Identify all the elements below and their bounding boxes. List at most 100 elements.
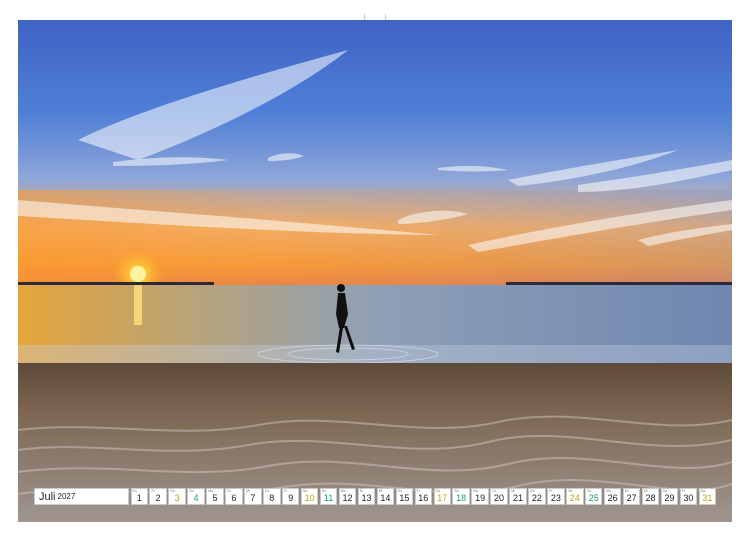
month-label-box: Juli 2027 — [34, 488, 129, 505]
weekday-abbr: So — [454, 489, 459, 493]
calendar-day: So 18 — [452, 488, 470, 505]
weekday-abbr: Sa — [435, 489, 440, 493]
day-number: 16 — [418, 493, 429, 503]
calendar-day: Do 1 — [130, 488, 148, 505]
weekday-abbr: Fr — [416, 489, 420, 493]
calendar-day: Sa 17 — [433, 488, 451, 505]
weekday-abbr: Sa — [700, 489, 705, 493]
calendar-day: Fr 30 — [679, 488, 698, 505]
day-number: 25 — [588, 493, 599, 503]
calendar-day: So 11 — [319, 488, 338, 505]
day-number: 30 — [683, 493, 694, 503]
weekday-abbr: So — [321, 489, 327, 493]
calendar-day: Mo 5 — [206, 488, 224, 505]
island-left — [18, 282, 214, 285]
weekday-abbr: Do — [662, 489, 668, 493]
day-number: 3 — [174, 493, 180, 503]
day-number: 31 — [702, 493, 713, 503]
day-number: 11 — [323, 493, 334, 503]
day-number: 28 — [645, 493, 656, 503]
day-number: 18 — [456, 493, 467, 503]
day-number: 21 — [512, 493, 523, 503]
calendar-day: Mi 28 — [641, 488, 660, 505]
day-number: 2 — [155, 493, 161, 503]
day-number: 9 — [288, 493, 294, 503]
weekday-abbr: Di — [492, 489, 496, 493]
calendar-day: Do 29 — [660, 488, 679, 505]
weekday-abbr: Di — [227, 489, 231, 493]
day-number: 7 — [250, 493, 256, 503]
day-number: 12 — [342, 493, 353, 503]
calendar-day: Fr 9 — [282, 488, 300, 505]
day-number: 6 — [231, 493, 237, 503]
weekday-abbr: Mi — [643, 489, 648, 493]
calendar-day: Fr 23 — [547, 488, 565, 505]
day-number: 13 — [361, 493, 372, 503]
calendar-day: Sa 10 — [300, 488, 319, 505]
day-number: 15 — [399, 493, 410, 503]
weekday-abbr: Fr — [284, 489, 288, 493]
day-number: 5 — [212, 493, 218, 503]
weekday-abbr: Do — [397, 489, 403, 493]
weekday-abbr: Sa — [568, 489, 573, 493]
calendar-day: Mi 14 — [376, 488, 395, 505]
calendar-day: So 4 — [187, 488, 205, 505]
day-number: 27 — [626, 493, 637, 503]
day-number: 29 — [664, 493, 675, 503]
day-number: 26 — [607, 493, 618, 503]
island-right — [506, 282, 732, 285]
day-number: 10 — [304, 493, 315, 503]
calendar-day: Do 8 — [263, 488, 281, 505]
day-number: 8 — [269, 493, 275, 503]
calendar-day: Di 6 — [225, 488, 243, 505]
weekday-abbr: Do — [265, 489, 270, 493]
weekday-abbr: Mo — [473, 489, 479, 493]
day-number: 17 — [437, 493, 448, 503]
weekday-abbr: Do — [132, 489, 137, 493]
day-number: 20 — [494, 493, 505, 503]
calendar-day: Do 22 — [528, 488, 546, 505]
calendar-day: Sa 31 — [698, 488, 717, 505]
calendar-day: Sa 3 — [168, 488, 186, 505]
month-name: Juli — [39, 490, 56, 503]
calendar-day: Fr 16 — [414, 488, 432, 505]
sunset-beach-image — [18, 20, 732, 522]
calendar-day: Mi 21 — [509, 488, 527, 505]
weekday-abbr: Mi — [511, 489, 515, 493]
weekday-abbr: Mi — [246, 489, 250, 493]
weekday-abbr: Mo — [208, 489, 214, 493]
calendar-strip: Juli 2027 Do 1 Fr 2 Sa 3 So 4 Mo 5 Di 6 Mi 7 Do 8 Fr 9 Sa 1… — [34, 488, 717, 505]
calendar-day: Mi 7 — [244, 488, 262, 505]
weekday-abbr: Fr — [549, 489, 553, 493]
weekday-abbr: Di — [359, 489, 364, 493]
weekday-abbr: Do — [530, 489, 535, 493]
weekday-abbr: Mo — [605, 489, 611, 493]
calendar-day: Di 27 — [622, 488, 641, 505]
calendar-day: So 25 — [585, 488, 603, 505]
weekday-abbr: Di — [624, 489, 629, 493]
weekday-abbr: So — [587, 489, 592, 493]
calendar-day: Mo 19 — [471, 488, 489, 505]
weekday-abbr: Mi — [378, 489, 383, 493]
calendar-day: Di 20 — [490, 488, 508, 505]
day-number: 23 — [550, 493, 561, 503]
day-number: 22 — [531, 493, 542, 503]
calendar-photo — [18, 20, 732, 522]
weekday-abbr: Mo — [340, 489, 346, 493]
month-year: 2027 — [57, 492, 76, 501]
weekday-abbr: Fr — [151, 489, 155, 493]
day-number: 24 — [569, 493, 580, 503]
calendar-day: Mo 12 — [338, 488, 357, 505]
calendar-day: Sa 24 — [566, 488, 584, 505]
day-number: 19 — [475, 493, 486, 503]
calendar-day: Fr 2 — [149, 488, 167, 505]
calendar-day: Di 13 — [357, 488, 376, 505]
day-number: 1 — [136, 493, 142, 503]
weekday-abbr: So — [189, 489, 194, 493]
weekday-abbr: Sa — [170, 489, 175, 493]
day-number: 4 — [193, 493, 199, 503]
calendar-day: Mo 26 — [603, 488, 622, 505]
weekday-abbr: Sa — [302, 489, 308, 493]
day-number: 14 — [380, 493, 391, 503]
calendar-day: Do 15 — [395, 488, 414, 505]
